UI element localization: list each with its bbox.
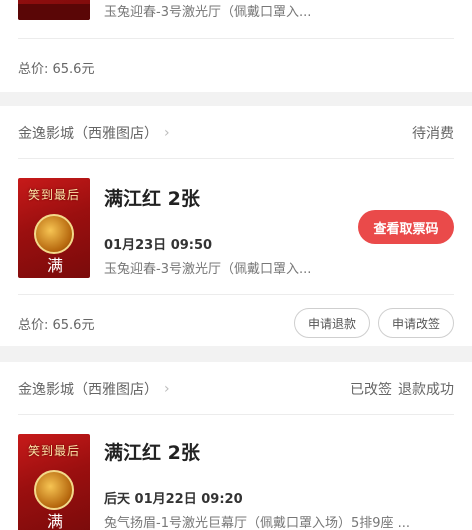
divider [18, 38, 454, 39]
poster-medal [34, 214, 74, 254]
total-price: 总价: 65.6元 [18, 317, 95, 333]
status-changed: 已改签 [350, 382, 392, 398]
chevron-right-icon: › [164, 381, 170, 397]
poster-medal [34, 470, 74, 510]
hall-info: 兔气扬眉-1号激光巨幕厅（佩戴口罩入场）5排9座 ... [104, 516, 411, 530]
poster-character: 满 [46, 512, 63, 530]
cinema-row[interactable]: 金逸影城（西雅图店） › 待消费 [18, 108, 454, 158]
movie-poster [18, 0, 90, 20]
cinema-name[interactable]: 金逸影城（西雅图店） › [18, 123, 170, 143]
cinema-name-text: 金逸影城（西雅图店） [18, 126, 158, 142]
price-row: 总价: 65.6元 申请退款 申请改签 [18, 300, 454, 346]
change-ticket-button[interactable]: 申请改签 [377, 308, 454, 338]
movie-title: 满江红 2张 [104, 442, 200, 464]
price-row: 总价: 65.6元 [18, 44, 454, 90]
order-status: 已改签 退款成功 [350, 379, 454, 399]
view-ticket-code-button[interactable]: 查看取票码 [358, 210, 454, 244]
cinema-name-text: 金逸影城（西雅图店） [18, 382, 158, 398]
action-buttons: 申请退款 申请改签 [293, 308, 454, 338]
movie-poster[interactable]: 笑到最后 满 [18, 434, 90, 530]
order-card-1[interactable]: 金逸影城（西雅图店） › 待消费 笑到最后 满 满江红 2张 01月23日 09… [0, 106, 472, 346]
cinema-row[interactable]: 金逸影城（西雅图店） › 已改签 退款成功 [18, 364, 454, 414]
divider [18, 294, 454, 295]
cinema-name[interactable]: 金逸影城（西雅图店） › [18, 379, 170, 399]
divider [18, 158, 454, 159]
poster-character: 满 [46, 256, 63, 275]
poster-title: 笑到最后 [27, 444, 80, 458]
chevron-right-icon: › [164, 125, 170, 141]
poster-band [18, 4, 90, 20]
hall-info: 玉兔迎春-3号激光厅（佩戴口罩入... [104, 5, 312, 20]
order-status: 待消费 [412, 126, 454, 142]
status-refunded: 退款成功 [398, 382, 454, 398]
movie-poster[interactable]: 笑到最后 满 [18, 178, 90, 278]
movie-title: 满江红 2张 [104, 188, 200, 210]
order-card-0[interactable]: 玉兔迎春-3号激光厅（佩戴口罩入... 总价: 65.6元 [0, 0, 472, 92]
order-card-2[interactable]: 金逸影城（西雅图店） › 已改签 退款成功 笑到最后 满 满江红 2张 后天 0… [0, 362, 472, 530]
poster-title: 笑到最后 [27, 188, 80, 202]
hall-info: 玉兔迎春-3号激光厅（佩戴口罩入... [104, 262, 312, 277]
show-time: 后天 01月22日 09:20 [104, 492, 243, 507]
refund-button[interactable]: 申请退款 [293, 308, 370, 338]
show-time: 01月23日 09:50 [104, 238, 213, 253]
total-price: 总价: 65.6元 [18, 61, 95, 77]
divider [18, 414, 454, 415]
